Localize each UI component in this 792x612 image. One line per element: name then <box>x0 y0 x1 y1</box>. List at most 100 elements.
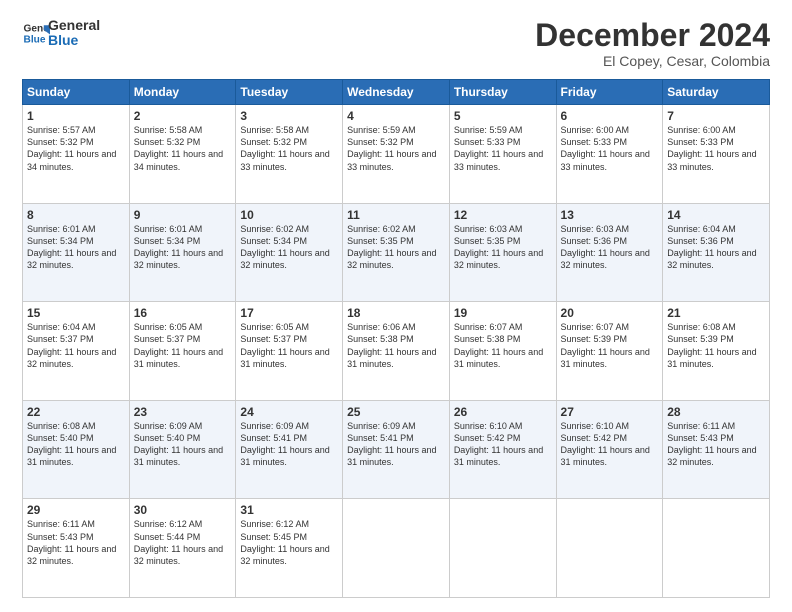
calendar-cell: 27 Sunrise: 6:10 AMSunset: 5:42 PMDayligh… <box>556 400 663 499</box>
calendar-week-row: 29 Sunrise: 6:11 AMSunset: 5:43 PMDayligh… <box>23 499 770 598</box>
logo-icon: General Blue <box>22 19 50 47</box>
calendar-cell: 21 Sunrise: 6:08 AMSunset: 5:39 PMDayligh… <box>663 302 770 401</box>
day-number: 2 <box>134 109 232 123</box>
cell-content: Sunrise: 6:06 AMSunset: 5:38 PMDaylight:… <box>347 322 436 368</box>
cell-content: Sunrise: 5:58 AMSunset: 5:32 PMDaylight:… <box>240 125 329 171</box>
calendar-cell: 29 Sunrise: 6:11 AMSunset: 5:43 PMDayligh… <box>23 499 130 598</box>
day-number: 24 <box>240 405 338 419</box>
logo-line1: General <box>48 18 100 33</box>
day-number: 5 <box>454 109 552 123</box>
calendar-cell: 15 Sunrise: 6:04 AMSunset: 5:37 PMDayligh… <box>23 302 130 401</box>
cell-content: Sunrise: 6:05 AMSunset: 5:37 PMDaylight:… <box>134 322 223 368</box>
cell-content: Sunrise: 6:10 AMSunset: 5:42 PMDaylight:… <box>561 421 650 467</box>
cell-content: Sunrise: 6:03 AMSunset: 5:36 PMDaylight:… <box>561 224 650 270</box>
svg-text:Blue: Blue <box>24 35 46 46</box>
day-number: 20 <box>561 306 659 320</box>
cell-content: Sunrise: 6:00 AMSunset: 5:33 PMDaylight:… <box>667 125 756 171</box>
title-block: December 2024 El Copey, Cesar, Colombia <box>535 18 770 69</box>
cell-content: Sunrise: 6:10 AMSunset: 5:42 PMDaylight:… <box>454 421 543 467</box>
calendar-week-row: 22 Sunrise: 6:08 AMSunset: 5:40 PMDayligh… <box>23 400 770 499</box>
calendar-cell: 4Sunrise: 5:59 AMSunset: 5:32 PMDaylight… <box>343 105 450 204</box>
day-number: 3 <box>240 109 338 123</box>
calendar-cell: 6 Sunrise: 6:00 AMSunset: 5:33 PMDaylight… <box>556 105 663 204</box>
calendar-cell: 9 Sunrise: 6:01 AMSunset: 5:34 PMDaylight… <box>129 203 236 302</box>
cell-content: Sunrise: 6:00 AMSunset: 5:33 PMDaylight:… <box>561 125 650 171</box>
calendar-cell: 24Sunrise: 6:09 AMSunset: 5:41 PMDayligh… <box>236 400 343 499</box>
cell-content: Sunrise: 6:07 AMSunset: 5:39 PMDaylight:… <box>561 322 650 368</box>
calendar-cell: 3 Sunrise: 5:58 AMSunset: 5:32 PMDaylight… <box>236 105 343 204</box>
calendar-header-cell: Monday <box>129 80 236 105</box>
cell-content: Sunrise: 6:01 AMSunset: 5:34 PMDaylight:… <box>134 224 223 270</box>
cell-content: Sunrise: 6:02 AMSunset: 5:35 PMDaylight:… <box>347 224 436 270</box>
day-number: 1 <box>27 109 125 123</box>
calendar-cell: 12 Sunrise: 6:03 AMSunset: 5:35 PMDayligh… <box>449 203 556 302</box>
calendar-cell: 5 Sunrise: 5:59 AMSunset: 5:33 PMDaylight… <box>449 105 556 204</box>
calendar-cell: 7 Sunrise: 6:00 AMSunset: 5:33 PMDaylight… <box>663 105 770 204</box>
day-number: 22 <box>27 405 125 419</box>
cell-content: Sunrise: 6:07 AMSunset: 5:38 PMDaylight:… <box>454 322 543 368</box>
cell-content: Sunrise: 6:11 AMSunset: 5:43 PMDaylight:… <box>27 519 116 565</box>
day-number: 29 <box>27 503 125 517</box>
day-number: 18 <box>347 306 445 320</box>
cell-content: Sunrise: 6:09 AMSunset: 5:40 PMDaylight:… <box>134 421 223 467</box>
calendar-cell: 31Sunrise: 6:12 AMSunset: 5:45 PMDayligh… <box>236 499 343 598</box>
day-number: 25 <box>347 405 445 419</box>
day-number: 12 <box>454 208 552 222</box>
day-number: 6 <box>561 109 659 123</box>
day-number: 21 <box>667 306 765 320</box>
calendar-cell: 8 Sunrise: 6:01 AMSunset: 5:34 PMDaylight… <box>23 203 130 302</box>
day-number: 14 <box>667 208 765 222</box>
day-number: 15 <box>27 306 125 320</box>
calendar-cell: 16Sunrise: 6:05 AMSunset: 5:37 PMDayligh… <box>129 302 236 401</box>
calendar-cell: 2 Sunrise: 5:58 AMSunset: 5:32 PMDaylight… <box>129 105 236 204</box>
cell-content: Sunrise: 6:09 AMSunset: 5:41 PMDaylight:… <box>347 421 436 467</box>
calendar-table: SundayMondayTuesdayWednesdayThursdayFrid… <box>22 79 770 598</box>
cell-content: Sunrise: 6:04 AMSunset: 5:36 PMDaylight:… <box>667 224 756 270</box>
cell-content: Sunrise: 6:01 AMSunset: 5:34 PMDaylight:… <box>27 224 116 270</box>
cell-content: Sunrise: 6:04 AMSunset: 5:37 PMDaylight:… <box>27 322 116 368</box>
page: General Blue General Blue December 2024 … <box>0 0 792 612</box>
cell-content: Sunrise: 6:11 AMSunset: 5:43 PMDaylight:… <box>667 421 756 467</box>
calendar-week-row: 1Sunrise: 5:57 AMSunset: 5:32 PMDaylight… <box>23 105 770 204</box>
day-number: 23 <box>134 405 232 419</box>
header: General Blue General Blue December 2024 … <box>22 18 770 69</box>
calendar-cell <box>556 499 663 598</box>
day-number: 8 <box>27 208 125 222</box>
calendar-header-cell: Friday <box>556 80 663 105</box>
day-number: 7 <box>667 109 765 123</box>
cell-content: Sunrise: 6:03 AMSunset: 5:35 PMDaylight:… <box>454 224 543 270</box>
day-number: 4 <box>347 109 445 123</box>
day-number: 28 <box>667 405 765 419</box>
day-number: 13 <box>561 208 659 222</box>
cell-content: Sunrise: 6:08 AMSunset: 5:39 PMDaylight:… <box>667 322 756 368</box>
calendar-cell <box>663 499 770 598</box>
calendar-cell: 13 Sunrise: 6:03 AMSunset: 5:36 PMDayligh… <box>556 203 663 302</box>
day-number: 31 <box>240 503 338 517</box>
day-number: 30 <box>134 503 232 517</box>
cell-content: Sunrise: 6:08 AMSunset: 5:40 PMDaylight:… <box>27 421 116 467</box>
calendar-header-cell: Sunday <box>23 80 130 105</box>
calendar-header-cell: Wednesday <box>343 80 450 105</box>
calendar-cell: 19 Sunrise: 6:07 AMSunset: 5:38 PMDayligh… <box>449 302 556 401</box>
calendar-header-cell: Saturday <box>663 80 770 105</box>
day-number: 9 <box>134 208 232 222</box>
calendar-cell <box>343 499 450 598</box>
calendar-cell: 17Sunrise: 6:05 AMSunset: 5:37 PMDayligh… <box>236 302 343 401</box>
cell-content: Sunrise: 6:02 AMSunset: 5:34 PMDaylight:… <box>240 224 329 270</box>
calendar-cell: 30Sunrise: 6:12 AMSunset: 5:44 PMDayligh… <box>129 499 236 598</box>
calendar-cell: 25 Sunrise: 6:09 AMSunset: 5:41 PMDayligh… <box>343 400 450 499</box>
calendar-header-cell: Thursday <box>449 80 556 105</box>
calendar-body: 1Sunrise: 5:57 AMSunset: 5:32 PMDaylight… <box>23 105 770 598</box>
day-number: 10 <box>240 208 338 222</box>
cell-content: Sunrise: 5:59 AMSunset: 5:33 PMDaylight:… <box>454 125 543 171</box>
calendar-header-row: SundayMondayTuesdayWednesdayThursdayFrid… <box>23 80 770 105</box>
day-number: 19 <box>454 306 552 320</box>
calendar-cell: 22 Sunrise: 6:08 AMSunset: 5:40 PMDayligh… <box>23 400 130 499</box>
day-number: 27 <box>561 405 659 419</box>
main-title: December 2024 <box>535 18 770 53</box>
calendar-cell: 26Sunrise: 6:10 AMSunset: 5:42 PMDayligh… <box>449 400 556 499</box>
logo-line2: Blue <box>48 33 100 48</box>
calendar-cell <box>449 499 556 598</box>
calendar-week-row: 15 Sunrise: 6:04 AMSunset: 5:37 PMDayligh… <box>23 302 770 401</box>
cell-content: Sunrise: 5:58 AMSunset: 5:32 PMDaylight:… <box>134 125 223 171</box>
